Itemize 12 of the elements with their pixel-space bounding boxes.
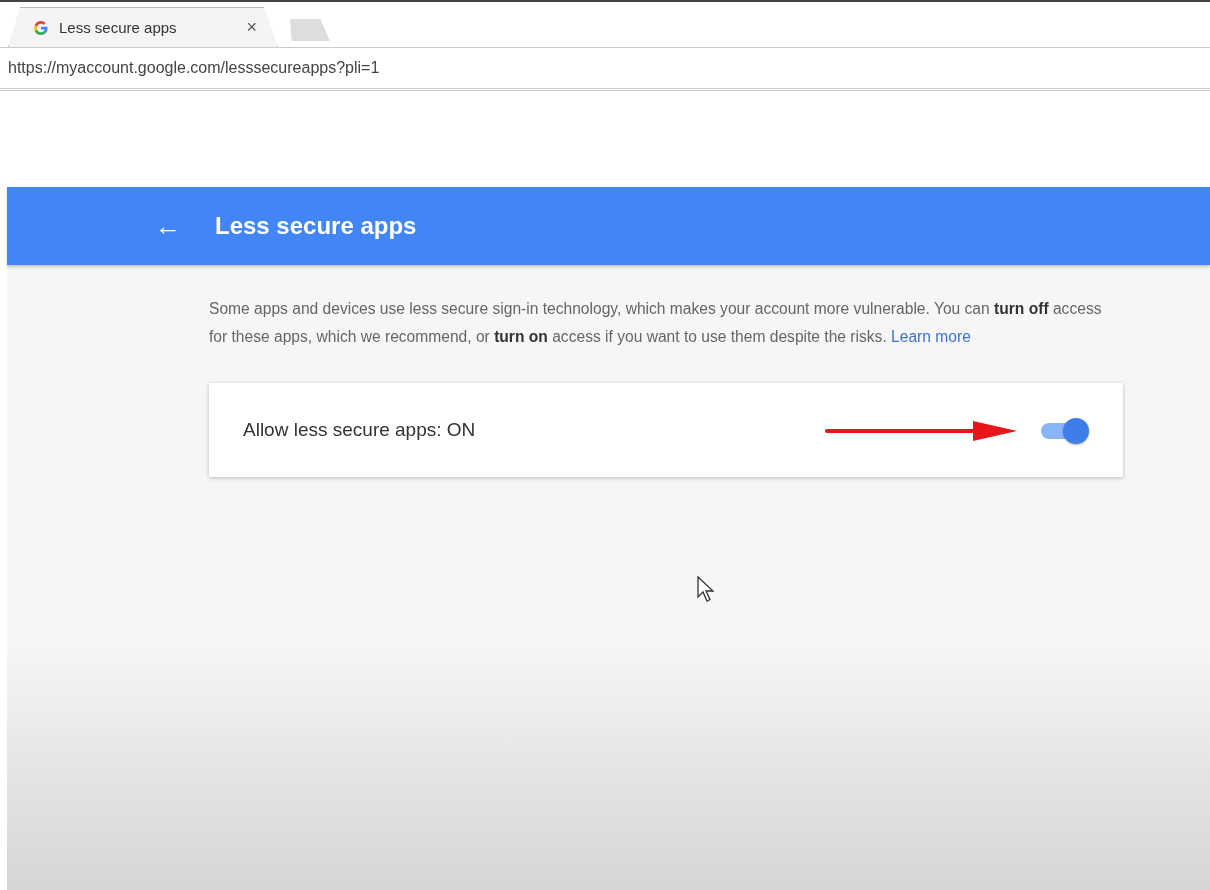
back-button[interactable]: ←	[147, 210, 189, 242]
g-logo-icon	[33, 19, 49, 36]
description-paragraph: Some apps and devices use less secure sign-in technology, which makes your account more vulnerable. You can turn off access for these apps, which we recommend, or turn on access if you want to use them despite the risks. Learn more	[209, 299, 1103, 347]
setting-label: Allow less secure apps: ON	[243, 419, 476, 441]
address-bar[interactable]: https://myaccount.google.com/lesssecureapps?pli=1	[8, 59, 380, 77]
close-tab-button[interactable]: ×	[240, 17, 263, 38]
mouse-cursor-icon	[697, 576, 715, 602]
tab-title: Less secure apps	[59, 19, 178, 36]
toggle-switch[interactable]	[1039, 416, 1089, 444]
learn-more-link[interactable]: Learn more	[891, 328, 971, 345]
browser-tab[interactable]: Less secure apps ×	[8, 7, 278, 47]
page-title: Less secure apps	[215, 212, 417, 240]
